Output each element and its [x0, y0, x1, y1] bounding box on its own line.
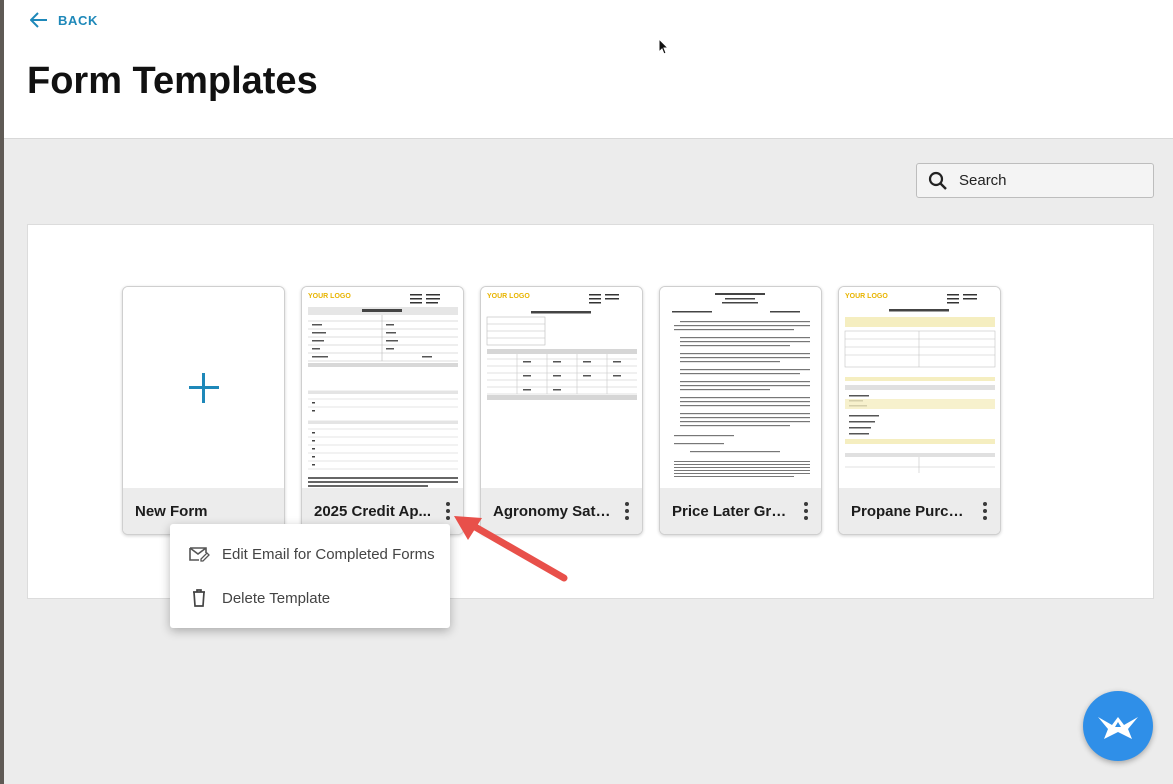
annotation-arrow-icon — [454, 516, 568, 582]
assistant-fab-button[interactable] — [1083, 691, 1153, 761]
template-context-menu: Edit Email for Completed Forms Delete Te… — [170, 524, 450, 628]
menu-item-label: Edit Email for Completed Forms — [222, 545, 435, 563]
back-label: BACK — [58, 12, 98, 28]
template-thumbnail: YOUR LOGO — [481, 287, 642, 488]
search-icon — [928, 171, 947, 190]
card-title: New Form — [135, 502, 208, 520]
more-options-icon[interactable] — [982, 502, 988, 520]
document-preview — [672, 293, 810, 477]
more-options-icon[interactable] — [624, 502, 630, 520]
search-placeholder: Search — [959, 172, 1007, 189]
page-header: BACK Form Templates — [4, 0, 1173, 139]
card-title: Propane Purch... — [851, 502, 969, 520]
back-button[interactable]: BACK — [30, 9, 98, 31]
template-card-credit-application[interactable]: YOUR LOGO 2025 Credit Ap... — [301, 286, 464, 535]
card-footer: Propane Purch... — [839, 488, 1000, 534]
card-title: 2025 Credit Ap... — [314, 502, 431, 520]
menu-item-label: Delete Template — [222, 589, 331, 607]
delete-template-menu-item[interactable]: Delete Template — [170, 576, 450, 620]
new-form-card[interactable]: New Form — [122, 286, 285, 535]
mouse-cursor-icon — [658, 38, 670, 55]
template-thumbnail: YOUR LOGO — [302, 287, 463, 488]
template-card-propane-purchase[interactable]: YOUR LOGO Propane Purch... — [838, 286, 1001, 535]
template-thumbnail — [660, 287, 821, 488]
search-input[interactable]: Search — [916, 163, 1154, 198]
more-options-icon[interactable] — [803, 502, 809, 520]
new-form-thumbnail — [123, 287, 284, 488]
plus-icon — [189, 373, 219, 403]
template-card-price-later-grain[interactable]: Price Later Gra... — [659, 286, 822, 535]
page-title: Form Templates — [27, 60, 318, 102]
arrow-left-icon — [30, 12, 47, 28]
edit-email-menu-item[interactable]: Edit Email for Completed Forms — [170, 532, 450, 576]
mail-edit-icon — [189, 547, 210, 562]
star-wings-icon — [1098, 717, 1138, 739]
document-preview — [486, 294, 637, 400]
template-thumbnail: YOUR LOGO — [839, 287, 1000, 488]
card-footer: Price Later Gra... — [660, 488, 821, 534]
document-preview — [308, 294, 458, 487]
document-preview — [844, 294, 996, 473]
trash-icon — [193, 589, 205, 607]
template-card-agronomy-survey[interactable]: YOUR LOGO Agronomy Sati... — [480, 286, 643, 535]
card-title: Price Later Gra... — [672, 502, 790, 520]
